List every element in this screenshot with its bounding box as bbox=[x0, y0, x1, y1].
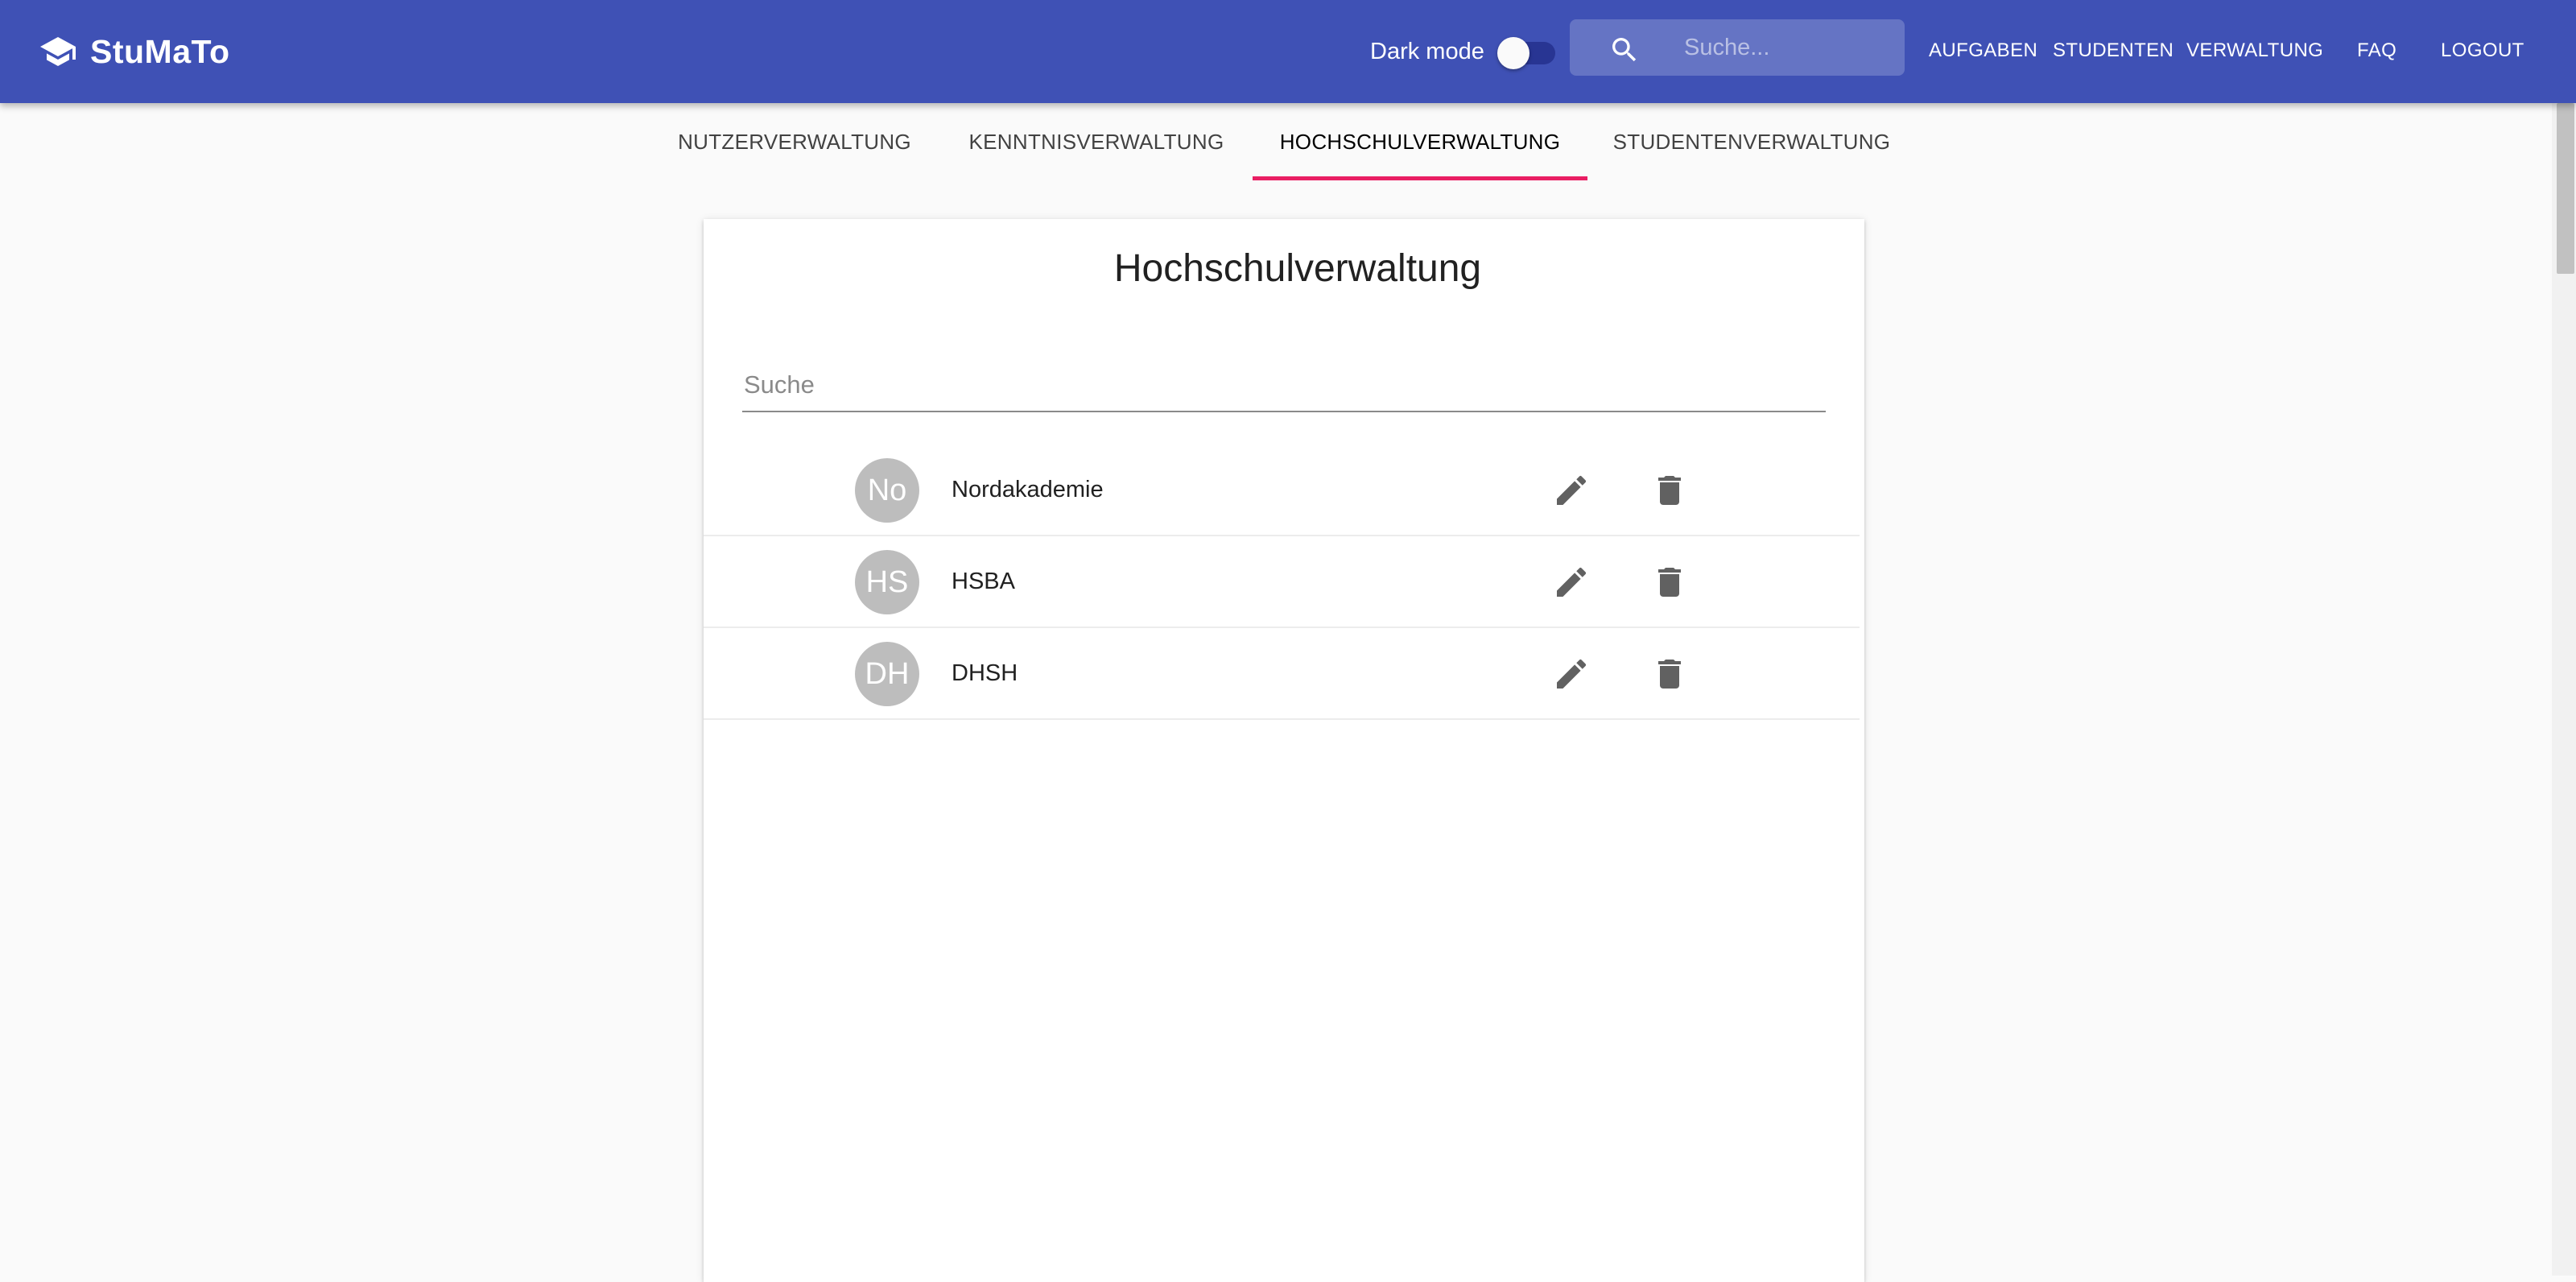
edit-icon bbox=[1557, 659, 1587, 689]
page-title: Hochschulverwaltung bbox=[1113, 247, 1482, 290]
university-name: Nordakademie bbox=[952, 477, 1104, 502]
university-management-card: Hochschulverwaltung bbox=[704, 219, 1864, 1282]
brand[interactable]: StuMaTo bbox=[39, 31, 230, 72]
filter-input[interactable] bbox=[742, 364, 1826, 406]
search-icon bbox=[1612, 38, 1637, 62]
school-cap-icon bbox=[40, 37, 76, 66]
scrollbar-thumb[interactable] bbox=[2557, 103, 2574, 274]
delete-button[interactable] bbox=[1645, 466, 1694, 515]
page-scrollbar[interactable] bbox=[2552, 103, 2576, 1276]
delete-icon bbox=[1658, 568, 1681, 597]
list-item[interactable]: HS HSBA bbox=[704, 536, 1860, 628]
edit-button[interactable] bbox=[1547, 650, 1596, 698]
avatar: No bbox=[855, 458, 919, 523]
avatar: DH bbox=[855, 642, 919, 706]
nav-faq[interactable]: FAQ bbox=[2357, 37, 2396, 64]
university-name: HSBA bbox=[952, 569, 1015, 594]
nav-studenten[interactable]: STUDENTEN bbox=[2053, 37, 2174, 64]
delete-button[interactable] bbox=[1645, 558, 1694, 606]
tab-nutzerverwaltung[interactable]: NUTZERVERWALTUNG bbox=[665, 103, 924, 180]
nav-logout[interactable]: LOGOUT bbox=[2441, 37, 2524, 64]
admin-tabs: NUTZERVERWALTUNG KENNTNISVERWALTUNG HOCH… bbox=[0, 103, 2552, 180]
tab-hochschulverwaltung[interactable]: HOCHSCHULVERWALTUNG bbox=[1253, 103, 1587, 180]
dark-mode-toggle[interactable] bbox=[1497, 35, 1557, 69]
list-item[interactable]: No Nordakademie bbox=[704, 445, 1860, 536]
avatar: HS bbox=[855, 550, 919, 614]
dark-mode-label: Dark mode bbox=[1370, 39, 1484, 64]
nav-aufgaben[interactable]: AUFGABEN bbox=[1929, 37, 2037, 64]
header-search-input[interactable] bbox=[1682, 27, 1892, 68]
delete-icon bbox=[1658, 660, 1681, 689]
edit-button[interactable] bbox=[1547, 466, 1596, 515]
tab-label: STUDENTENVERWALTUNG bbox=[1612, 129, 1891, 154]
toggle-thumb bbox=[1497, 37, 1530, 69]
active-tab-indicator bbox=[1253, 176, 1587, 180]
list-item[interactable]: DH DHSH bbox=[704, 628, 1860, 720]
tab-label: HOCHSCHULVERWALTUNG bbox=[1279, 129, 1561, 154]
university-name: DHSH bbox=[952, 660, 1018, 686]
filter-field bbox=[742, 356, 1826, 412]
tab-studentenverwaltung[interactable]: STUDENTENVERWALTUNG bbox=[1607, 103, 1897, 180]
nav-verwaltung[interactable]: VERWALTUNG bbox=[2186, 37, 2323, 64]
app-name: StuMaTo bbox=[90, 32, 230, 70]
tab-label: KENNTNISVERWALTUNG bbox=[968, 129, 1224, 154]
delete-icon bbox=[1658, 476, 1681, 505]
tab-label: NUTZERVERWALTUNG bbox=[678, 129, 911, 154]
app-bar: StuMaTo Dark mode AUFGABEN STUDENTEN VER… bbox=[0, 0, 2576, 103]
header-search bbox=[1570, 19, 1905, 76]
edit-button[interactable] bbox=[1547, 558, 1596, 606]
edit-icon bbox=[1557, 475, 1587, 505]
edit-icon bbox=[1557, 567, 1587, 597]
delete-button[interactable] bbox=[1645, 650, 1694, 698]
tab-kenntnisverwaltung[interactable]: KENNTNISVERWALTUNG bbox=[943, 103, 1249, 180]
